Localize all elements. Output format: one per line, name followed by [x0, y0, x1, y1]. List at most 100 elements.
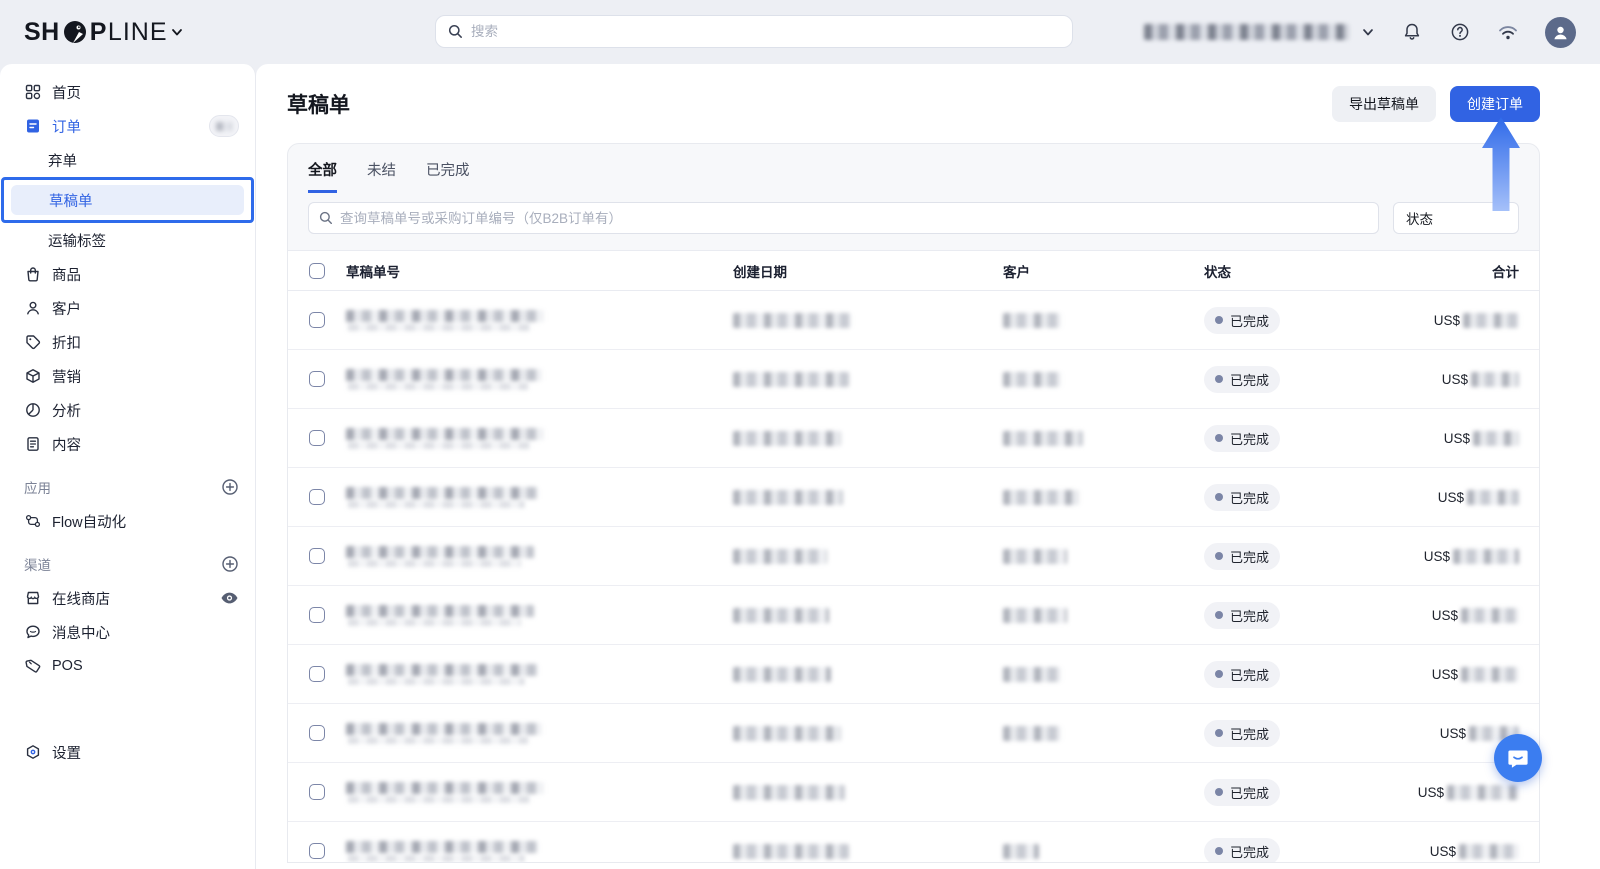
sidebar-item-orders[interactable]: 订单 — [0, 109, 255, 143]
sidebar-item-discounts[interactable]: 折扣 — [0, 325, 255, 359]
add-channel-icon[interactable] — [221, 555, 239, 573]
table-row[interactable]: 已完成 US$ — [288, 291, 1539, 350]
help-button[interactable] — [1449, 21, 1471, 43]
sidebar-section-apps: 应用 — [0, 470, 255, 504]
table-row[interactable]: 已完成 US$ — [288, 468, 1539, 527]
support-chat-button[interactable] — [1494, 734, 1542, 782]
draft-number-redacted — [346, 369, 542, 390]
total-redacted — [1473, 431, 1519, 446]
chevron-down-icon — [1361, 25, 1375, 39]
sidebar-item-customers[interactable]: 客户 — [0, 291, 255, 325]
row-checkbox[interactable] — [309, 784, 325, 800]
network-status-button[interactable] — [1497, 21, 1519, 43]
logo-text: P — [90, 18, 107, 47]
sidebar-item-content[interactable]: 内容 — [0, 427, 255, 461]
total-redacted — [1471, 372, 1519, 387]
sidebar-item-flow[interactable]: Flow自动化 — [0, 504, 255, 538]
flow-automation-icon — [24, 513, 41, 530]
table-row[interactable]: 已完成 US$ — [288, 704, 1539, 763]
drafts-annotation-highlight: 草稿单 — [1, 177, 254, 223]
table-row[interactable]: 已完成 US$ — [288, 822, 1539, 863]
draft-number-redacted — [346, 310, 544, 331]
discount-tag-icon — [24, 334, 41, 351]
customers-icon — [24, 300, 41, 317]
tab-open[interactable]: 未结 — [367, 159, 396, 193]
sidebar-item-analytics[interactable]: 分析 — [0, 393, 255, 427]
sidebar-item-label: POS — [52, 658, 239, 674]
row-checkbox[interactable] — [309, 843, 325, 859]
col-created-date: 创建日期 — [733, 261, 1003, 281]
draft-search-box[interactable] — [308, 202, 1379, 234]
export-drafts-button[interactable]: 导出草稿单 — [1332, 86, 1436, 122]
status-badge: 已完成 — [1204, 484, 1280, 511]
total-redacted — [1459, 844, 1519, 859]
shopline-logo[interactable]: SH P LINE — [24, 18, 185, 47]
sidebar-item-label: 折扣 — [52, 332, 239, 353]
status-badge: 已完成 — [1204, 720, 1280, 747]
row-checkbox[interactable] — [309, 607, 325, 623]
created-date-redacted — [733, 844, 849, 859]
status-filter-select[interactable]: 状态 — [1393, 202, 1519, 234]
draft-search-input[interactable] — [340, 211, 1368, 226]
message-icon — [24, 624, 41, 641]
sidebar-item-label: 营销 — [52, 366, 239, 387]
row-checkbox[interactable] — [309, 430, 325, 446]
main-content: 草稿单 导出草稿单 创建订单 全部 未结 已完成 — [256, 64, 1600, 869]
global-search[interactable] — [435, 15, 1073, 48]
search-icon — [448, 24, 463, 39]
customer-redacted — [1003, 490, 1079, 505]
total-redacted — [1463, 313, 1519, 328]
select-all-checkbox[interactable] — [309, 263, 325, 279]
drafts-card: 全部 未结 已完成 状态 草稿单号 — [287, 143, 1540, 863]
created-date-redacted — [733, 549, 827, 564]
total-redacted — [1453, 549, 1519, 564]
sidebar-item-message-center[interactable]: 消息中心 — [0, 615, 255, 649]
total-redacted — [1467, 490, 1519, 505]
sidebar-item-products[interactable]: 商品 — [0, 257, 255, 291]
row-checkbox[interactable] — [309, 312, 325, 328]
status-dot-icon — [1215, 434, 1223, 442]
create-order-button[interactable]: 创建订单 — [1450, 86, 1540, 122]
global-search-input[interactable] — [471, 24, 1060, 39]
row-checkbox[interactable] — [309, 548, 325, 564]
row-checkbox[interactable] — [309, 725, 325, 741]
marketing-icon — [24, 368, 41, 385]
pos-icon — [24, 658, 41, 675]
sidebar-section-channels: 渠道 — [0, 547, 255, 581]
account-avatar[interactable] — [1545, 17, 1576, 48]
sidebar-item-label: 在线商店 — [52, 588, 209, 609]
row-checkbox[interactable] — [309, 666, 325, 682]
sidebar-item-home[interactable]: 首页 — [0, 75, 255, 109]
sidebar-item-abandoned[interactable]: 弃单 — [0, 143, 255, 177]
table-row[interactable]: 已完成 US$ — [288, 350, 1539, 409]
tab-all[interactable]: 全部 — [308, 159, 337, 193]
sidebar-item-settings[interactable]: 设置 — [0, 735, 255, 769]
table-row[interactable]: 已完成 US$ — [288, 586, 1539, 645]
store-switcher[interactable] — [1144, 24, 1375, 40]
draft-number-redacted — [346, 723, 542, 744]
products-icon — [24, 266, 41, 283]
row-checkbox[interactable] — [309, 371, 325, 387]
sidebar-item-shipping-labels[interactable]: 运输标签 — [0, 223, 255, 257]
status-dot-icon — [1215, 375, 1223, 383]
row-checkbox[interactable] — [309, 489, 325, 505]
table-row[interactable]: 已完成 US$ — [288, 763, 1539, 822]
table-row[interactable]: 已完成 US$ — [288, 409, 1539, 468]
sidebar-item-pos[interactable]: POS — [0, 649, 255, 683]
preview-eye-icon[interactable] — [220, 591, 239, 605]
sidebar-item-drafts[interactable]: 草稿单 — [11, 185, 244, 215]
sidebar-item-marketing[interactable]: 营销 — [0, 359, 255, 393]
table-row[interactable]: 已完成 US$ — [288, 527, 1539, 586]
table-row[interactable]: 已完成 US$ — [288, 645, 1539, 704]
tab-completed[interactable]: 已完成 — [426, 159, 470, 193]
section-label: 渠道 — [24, 554, 221, 574]
status-badge: 已完成 — [1204, 838, 1280, 864]
customer-redacted — [1003, 608, 1067, 623]
sidebar-item-online-store[interactable]: 在线商店 — [0, 581, 255, 615]
sidebar-item-label: 首页 — [52, 82, 239, 103]
add-app-icon[interactable] — [221, 478, 239, 496]
notifications-button[interactable] — [1401, 21, 1423, 43]
status-badge: 已完成 — [1204, 661, 1280, 688]
status-dot-icon — [1215, 611, 1223, 619]
created-date-redacted — [733, 490, 843, 505]
